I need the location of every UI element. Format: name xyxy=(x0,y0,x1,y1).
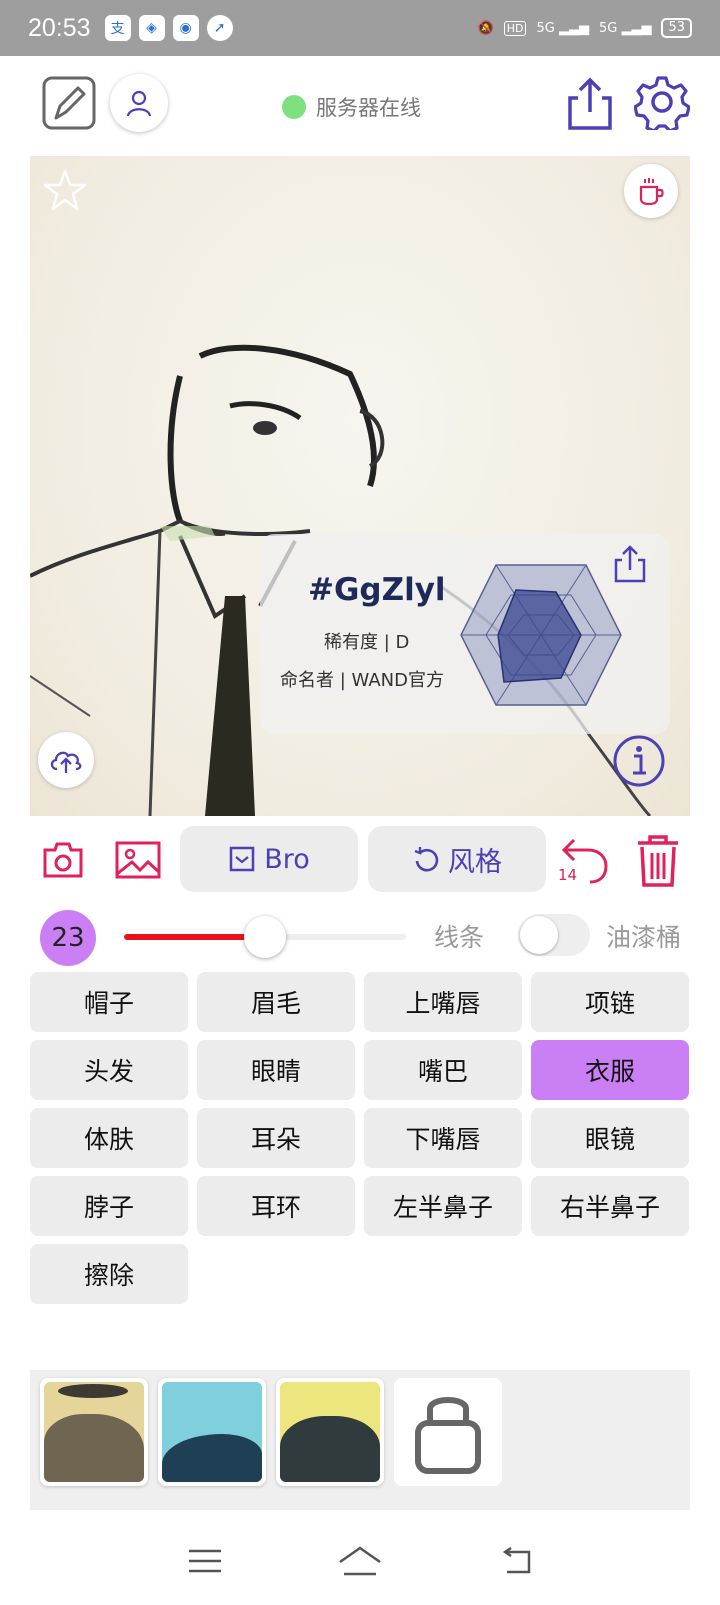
settings-icon[interactable] xyxy=(634,74,690,130)
edit-icon[interactable] xyxy=(42,76,96,130)
category-button[interactable]: 耳朵 xyxy=(197,1108,355,1168)
undo-icon[interactable]: 14 xyxy=(556,836,612,888)
brush-row: 23 线条 油漆桶 xyxy=(0,904,720,968)
server-status-label: 服务器在线 xyxy=(316,96,421,120)
category-button[interactable]: 衣服 xyxy=(531,1040,689,1100)
card-namer: 命名者 | WAND官方 xyxy=(280,670,444,691)
style-thumbnail[interactable] xyxy=(158,1378,266,1486)
style-image xyxy=(162,1382,262,1482)
signal-icon: 5G ▂▃▅ xyxy=(536,20,589,36)
network-label: 5G xyxy=(536,20,555,36)
lock-icon xyxy=(415,1397,481,1474)
category-button[interactable]: 脖子 xyxy=(30,1176,188,1236)
slider-thumb[interactable] xyxy=(244,916,286,958)
gallery-icon[interactable] xyxy=(114,838,162,882)
trash-icon[interactable] xyxy=(632,832,684,890)
battery-icon: 53 xyxy=(661,18,692,38)
server-status: 服务器在线 xyxy=(282,92,421,122)
style-thumbnail[interactable] xyxy=(40,1378,148,1486)
hd-icon: HD xyxy=(503,20,527,36)
style-button[interactable]: 风格 xyxy=(368,826,546,892)
home-icon[interactable] xyxy=(336,1544,384,1582)
alipay-icon: 支 xyxy=(104,15,131,41)
notification-icons: 支 ◈ ◉ ➚ xyxy=(104,15,233,41)
card-share-icon[interactable] xyxy=(610,542,650,586)
signal-icon: 5G ▂▃▅ xyxy=(598,20,652,36)
bro-button[interactable]: Bro xyxy=(180,826,358,892)
brush-size-badge: 23 xyxy=(40,910,96,966)
category-button[interactable]: 左半鼻子 xyxy=(364,1176,522,1236)
app-notification-icon: ◈ xyxy=(138,15,165,41)
category-button[interactable]: 项链 xyxy=(531,972,689,1032)
tool-row: Bro 风格 14 xyxy=(0,826,720,896)
info-icon[interactable] xyxy=(612,734,666,788)
category-button[interactable]: 眼睛 xyxy=(197,1040,355,1100)
category-button[interactable]: 右半鼻子 xyxy=(531,1176,689,1236)
status-time: 20:53 xyxy=(28,13,91,42)
style-tray xyxy=(30,1370,690,1510)
category-button[interactable]: 帽子 xyxy=(30,972,188,1032)
info-card[interactable]: #GgZlyl 稀有度 | D 命名者 | WAND官方 xyxy=(260,534,670,734)
user-icon[interactable] xyxy=(110,74,168,132)
radar-chart xyxy=(460,564,622,706)
mute-icon: 🔕 xyxy=(477,20,494,36)
locked-style[interactable] xyxy=(394,1378,502,1486)
category-button[interactable]: 眉毛 xyxy=(197,972,355,1032)
category-button[interactable]: 下嘴唇 xyxy=(364,1108,522,1168)
status-bar: 20:53 支 ◈ ◉ ➚ 🔕 HD 5G ▂▃▅ 5G ▂▃▅ 53 xyxy=(0,0,720,56)
back-icon[interactable] xyxy=(497,1546,533,1580)
style-label: 风格 xyxy=(448,846,502,878)
share-icon[interactable] xyxy=(564,76,616,132)
style-image xyxy=(280,1382,380,1482)
category-button[interactable]: 眼镜 xyxy=(531,1108,689,1168)
compass-icon: ➚ xyxy=(206,15,233,41)
bucket-toggle[interactable] xyxy=(518,914,590,956)
cloud-upload-icon[interactable] xyxy=(38,732,94,788)
favorite-star-icon[interactable] xyxy=(40,166,90,216)
top-bar: 服务器在线 xyxy=(0,56,720,156)
refresh-icon xyxy=(414,847,439,872)
network-label: 5G xyxy=(598,20,618,36)
category-button[interactable]: 上嘴唇 xyxy=(364,972,522,1032)
category-button[interactable]: 擦除 xyxy=(30,1244,188,1304)
menu-icon[interactable] xyxy=(187,1547,223,1579)
category-button[interactable]: 头发 xyxy=(30,1040,188,1100)
category-button[interactable]: 嘴巴 xyxy=(364,1040,522,1100)
coffee-icon[interactable] xyxy=(624,164,678,218)
line-mode-label: 线条 xyxy=(434,923,485,952)
checkbox-icon xyxy=(229,846,255,872)
camera-icon[interactable] xyxy=(40,838,86,882)
style-thumbnail[interactable] xyxy=(276,1378,384,1486)
card-rarity: 稀有度 | D xyxy=(324,632,410,653)
card-code: #GgZlyl xyxy=(308,572,446,608)
brush-size-slider[interactable] xyxy=(124,916,406,958)
style-image xyxy=(44,1382,144,1482)
category-button[interactable]: 耳环 xyxy=(197,1176,355,1236)
drawing-canvas[interactable]: #GgZlyl 稀有度 | D 命名者 | WAND官方 xyxy=(30,156,690,816)
system-nav-bar xyxy=(0,1520,720,1605)
server-status-dot xyxy=(282,95,306,119)
app-notification-icon: ◉ xyxy=(172,15,199,41)
bro-label: Bro xyxy=(264,843,310,875)
toggle-knob xyxy=(520,916,558,954)
category-button[interactable]: 体肤 xyxy=(30,1108,188,1168)
undo-count: 14 xyxy=(558,866,578,884)
status-right: 🔕 HD 5G ▂▃▅ 5G ▂▃▅ 53 xyxy=(478,18,692,38)
bucket-mode-label: 油漆桶 xyxy=(606,923,682,952)
